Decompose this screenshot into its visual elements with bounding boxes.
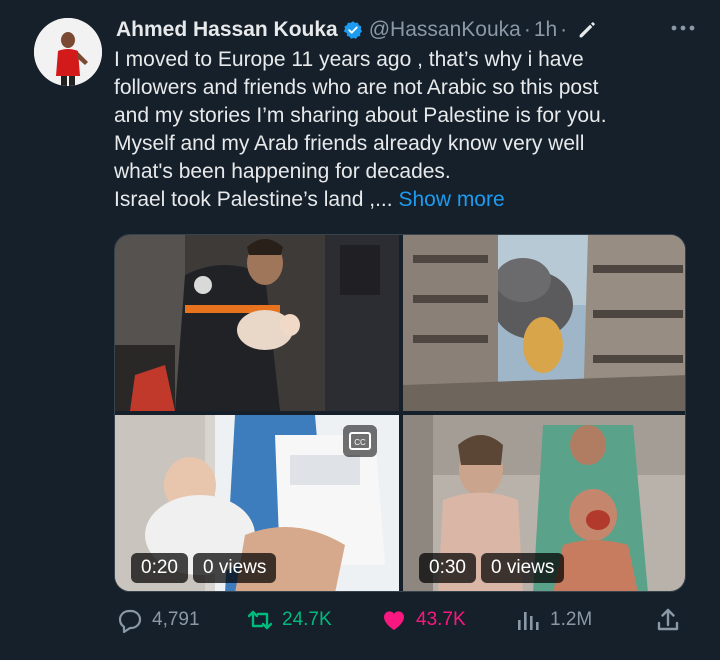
reply-button[interactable]: 4,791 xyxy=(116,602,200,638)
views-count: 1.2M xyxy=(550,609,593,630)
tweet-text-line: and my stories I’m sharing about Palesti… xyxy=(114,104,607,127)
views-button[interactable]: 1.2M xyxy=(514,602,592,638)
tweet-header: Ahmed Hassan Kouka @HassanKouka · 1h · xyxy=(116,14,700,46)
reply-count: 4,791 xyxy=(152,609,200,630)
action-bar: 4,791 24.7K 43.7K 1.2M xyxy=(114,602,688,638)
rescue-photo xyxy=(115,235,399,411)
display-name[interactable]: Ahmed Hassan Kouka xyxy=(116,18,338,42)
more-dots-icon[interactable] xyxy=(668,16,698,40)
svg-text:CC: CC xyxy=(354,438,366,447)
video-duration-badge: 0:20 xyxy=(131,553,188,583)
video-duration-badge: 0:30 xyxy=(419,553,476,583)
tweet-text-line: what's been happening for decades. xyxy=(114,160,451,183)
timestamp[interactable]: 1h xyxy=(534,18,557,42)
share-button[interactable] xyxy=(654,602,690,638)
verified-badge-icon xyxy=(343,20,363,40)
tweet-text-line: Israel took Palestine’s land ,... xyxy=(114,188,393,211)
separator-dot: · xyxy=(560,18,568,41)
media-grid: CC 0:20 0 views 0:30 0 views xyxy=(114,234,686,592)
like-button[interactable]: 43.7K xyxy=(380,602,466,638)
avatar[interactable] xyxy=(34,18,102,86)
edit-pencil-icon xyxy=(576,19,598,41)
destroyed-buildings-photo xyxy=(403,235,685,411)
separator-dot: · xyxy=(523,18,531,41)
media-video-2[interactable]: 0:30 0 views xyxy=(403,415,685,591)
media-photo-2[interactable] xyxy=(403,235,685,411)
media-video-1[interactable]: CC 0:20 0 views xyxy=(115,415,399,591)
share-upload-icon xyxy=(657,608,679,631)
like-count: 43.7K xyxy=(416,609,466,630)
media-photo-1[interactable] xyxy=(115,235,399,411)
views-bar-chart-icon xyxy=(518,612,539,630)
reply-bubble-icon xyxy=(118,609,142,634)
heart-icon xyxy=(383,611,405,630)
retweet-count: 24.7K xyxy=(282,609,332,630)
retweet-icon xyxy=(247,610,273,630)
retweet-button[interactable]: 24.7K xyxy=(246,602,332,638)
handle[interactable]: @HassanKouka xyxy=(369,18,521,42)
show-more-link[interactable]: Show more xyxy=(398,188,504,211)
tweet-text-last-line: Israel took Palestine’s land ,... Show m… xyxy=(114,186,684,214)
video-views-badge: 0 views xyxy=(193,553,277,583)
tweet-text: I moved to Europe 11 years ago , that’s … xyxy=(114,46,684,214)
tweet-text-line: I moved to Europe 11 years ago , that’s … xyxy=(114,48,584,71)
tweet-text-line: Myself and my Arab friends already know … xyxy=(114,132,585,155)
tweet-text-line: followers and friends who are not Arabic… xyxy=(114,76,599,99)
tweet[interactable]: Ahmed Hassan Kouka @HassanKouka · 1h · I… xyxy=(0,0,720,660)
video-views-badge: 0 views xyxy=(481,553,565,583)
closed-captions-icon[interactable]: CC xyxy=(343,425,377,457)
